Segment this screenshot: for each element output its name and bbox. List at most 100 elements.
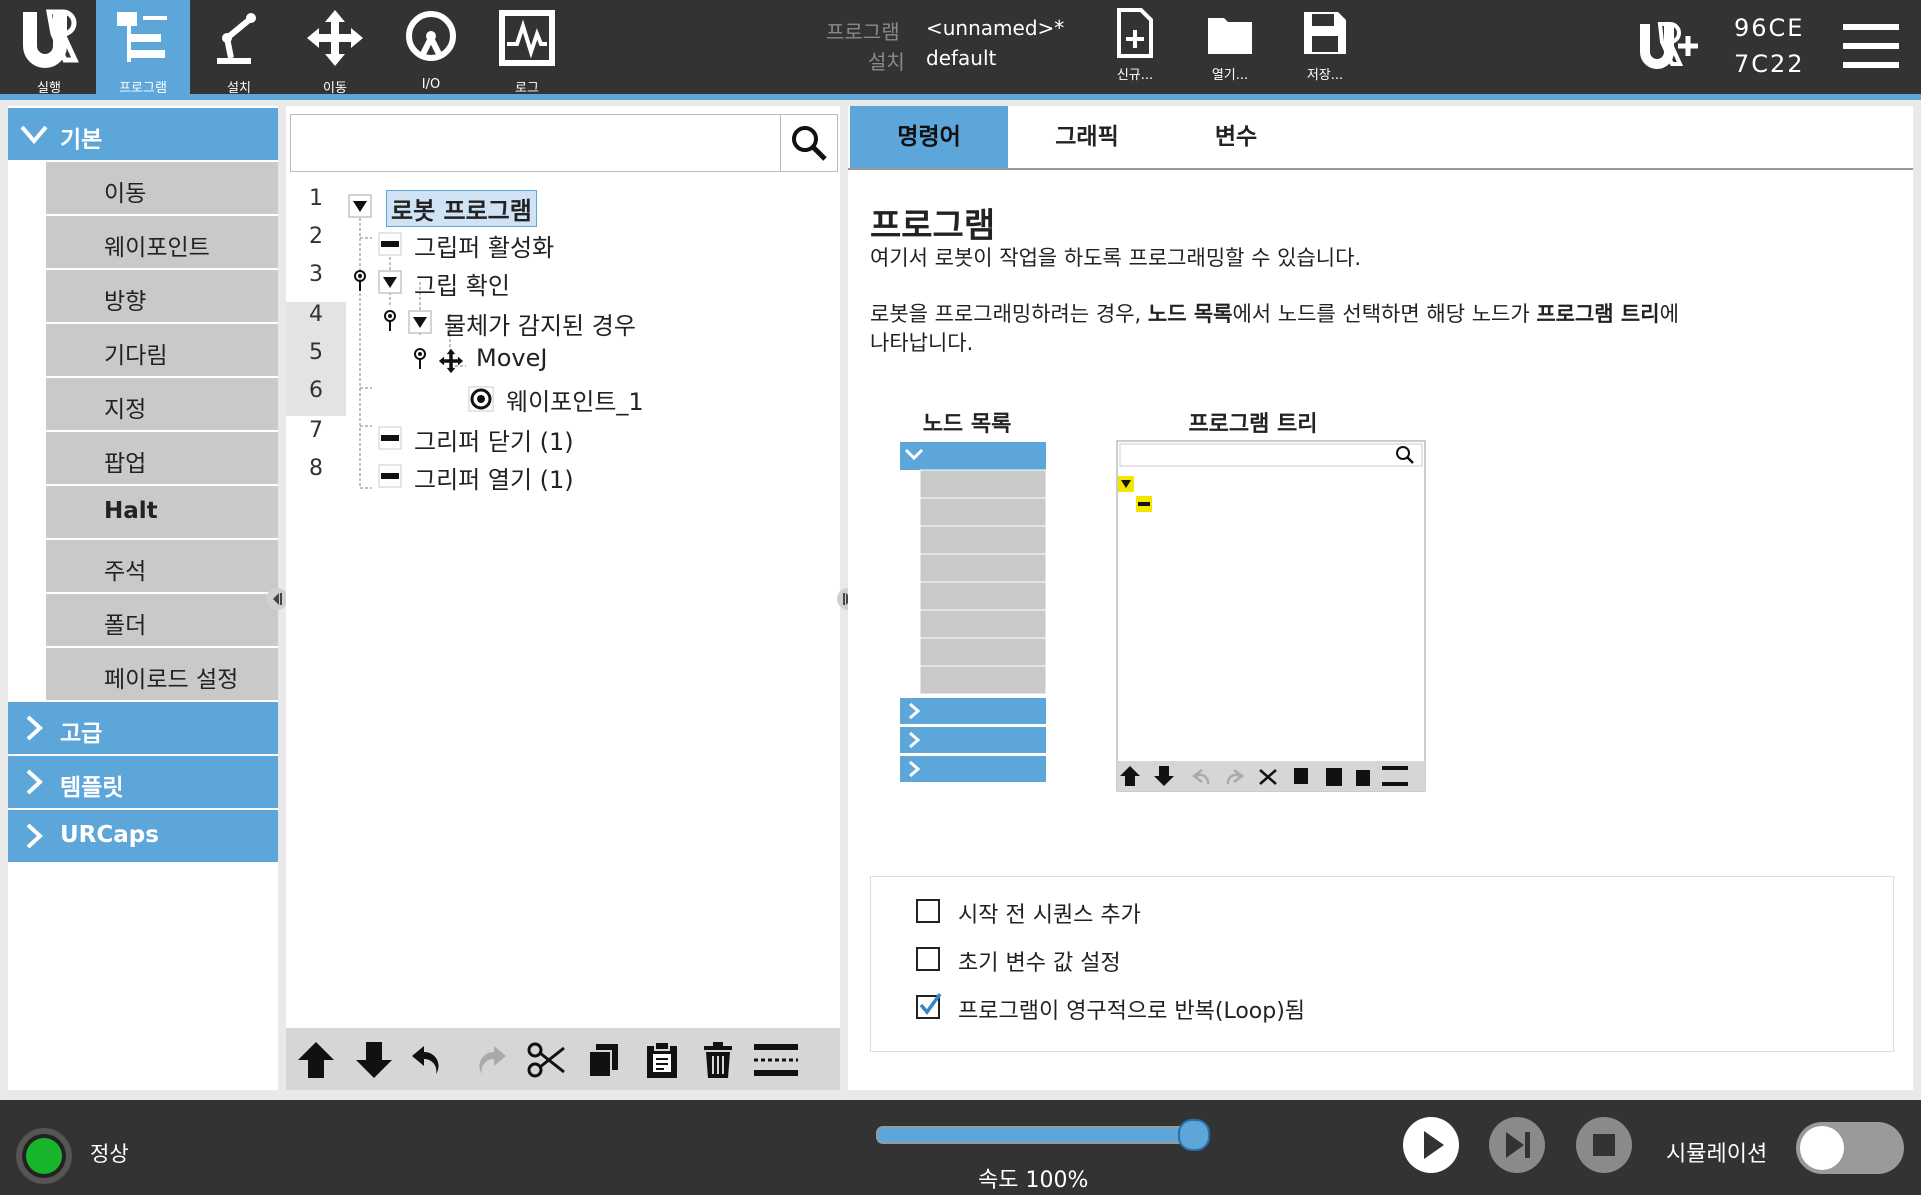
node-item-direction[interactable]: 방향 (46, 270, 278, 322)
collapse-toggle-icon[interactable] (408, 310, 432, 334)
copy-icon[interactable] (584, 1040, 624, 1080)
node-item-waypoint[interactable]: 웨이포인트 (46, 216, 278, 268)
tree-node-object-detected[interactable]: 물체가 감지된 경우 (444, 306, 636, 341)
redo-icon[interactable] (468, 1040, 508, 1080)
open-program-button[interactable]: 열기... (1185, 0, 1275, 94)
urplus-icon[interactable] (1638, 22, 1702, 70)
nav-run[interactable]: 실행 (2, 0, 96, 96)
undo-icon[interactable] (410, 1040, 450, 1080)
move-arrows-icon (438, 348, 464, 374)
gripper-icon (378, 232, 402, 256)
collapse-left-icon (273, 593, 282, 605)
top-bar: 실행 프로그램 설치 이동 I/O 로그 프로그램 <unnamed>* 설치 … (0, 0, 1921, 100)
tab-graphics[interactable]: 그래픽 (1008, 106, 1166, 168)
simulation-toggle-knob[interactable] (1800, 1126, 1844, 1170)
node-item-label: 이동 (104, 181, 147, 207)
category-basic[interactable]: 기본 (8, 108, 278, 160)
node-item-label: 지정 (104, 397, 147, 423)
nav-io[interactable]: I/O (384, 0, 478, 94)
program-options: 시작 전 시퀀스 추가 초기 변수 값 설정 프로그램이 영구적으로 반복(Lo… (870, 876, 1894, 1052)
node-item-halt[interactable]: Halt (46, 486, 278, 538)
collapse-toggle-icon[interactable] (348, 194, 372, 218)
program-tree-panel: 1 2 3 4 5 6 7 8 로봇 프로그램 그립퍼 활성화 그립 확인 물체… (286, 106, 840, 1090)
node-item-set-payload[interactable]: 페이로드 설정 (46, 648, 278, 700)
left-divider-handle[interactable] (266, 588, 288, 610)
option-init-variables-label: 초기 변수 값 설정 (958, 951, 1121, 976)
move-up-icon[interactable] (296, 1040, 336, 1080)
save-program-button[interactable]: 저장... (1280, 0, 1370, 94)
category-advanced[interactable]: 고급 (8, 702, 278, 754)
speed-slider-handle[interactable] (1178, 1119, 1210, 1151)
line-number: 1 (309, 186, 323, 211)
desc-bold-program-tree: 프로그램 트리 (1536, 302, 1660, 326)
io-icon (406, 11, 456, 61)
node-item-comment[interactable]: 주석 (46, 540, 278, 592)
new-program-button[interactable]: 신규... (1090, 0, 1180, 94)
node-item-wait[interactable]: 기다림 (46, 324, 278, 376)
node-item-popup[interactable]: 팝업 (46, 432, 278, 484)
chevron-right-icon (26, 715, 43, 741)
nav-move[interactable]: 이동 (288, 0, 382, 96)
gripper-icon (378, 464, 402, 488)
status-indicator-icon[interactable] (14, 1126, 74, 1186)
checkbox-loop-forever[interactable] (916, 992, 942, 1019)
simulation-toggle[interactable] (1796, 1122, 1904, 1174)
checkmark-icon (919, 992, 942, 1015)
folder-icon (1208, 18, 1252, 54)
installation-name-label: 설치 (868, 50, 905, 74)
collapse-toggle-icon[interactable] (378, 270, 402, 294)
tree-node-gripper-open[interactable]: 그리퍼 열기 (1) (414, 460, 574, 495)
category-urcaps[interactable]: URCaps (8, 810, 278, 862)
tree-node-robot-program[interactable]: 로봇 프로그램 (386, 190, 537, 227)
option-loop-forever-label: 프로그램이 영구적으로 반복(Loop)됨 (958, 999, 1306, 1024)
line-number: 2 (309, 224, 323, 249)
stop-button[interactable] (1575, 1116, 1633, 1174)
tree-node-waypoint-1[interactable]: 웨이포인트_1 (506, 382, 644, 417)
checkbox-init-variables[interactable] (916, 947, 940, 971)
page-title: 프로그램 (870, 206, 996, 246)
tree-search-input[interactable] (290, 114, 838, 172)
nav-installation[interactable]: 설치 (192, 0, 286, 96)
nav-log[interactable]: 로그 (480, 0, 574, 96)
program-name-label: 프로그램 (826, 20, 900, 44)
ur-logo-icon (23, 9, 79, 68)
program-name-value: <unnamed>* (926, 16, 1065, 40)
pin-icon (354, 270, 366, 291)
line-number: 6 (286, 378, 346, 416)
simulation-label: 시뮬레이션 (1666, 1142, 1768, 1167)
play-button[interactable] (1402, 1116, 1460, 1174)
checkbox-before-start[interactable] (916, 899, 940, 923)
hamburger-menu-icon[interactable] (1843, 22, 1899, 70)
speed-slider[interactable] (876, 1119, 1210, 1151)
tree-node-gripper-activate[interactable]: 그립퍼 활성화 (414, 228, 554, 263)
node-item-set[interactable]: 지정 (46, 378, 278, 430)
tab-command[interactable]: 명령어 (850, 106, 1008, 168)
delete-icon[interactable] (698, 1040, 738, 1080)
move-down-icon[interactable] (354, 1040, 394, 1080)
node-item-move[interactable]: 이동 (46, 162, 278, 214)
category-basic-label: 기본 (60, 127, 103, 153)
tree-search-button[interactable] (780, 115, 837, 171)
tree-node-grip-check[interactable]: 그립 확인 (414, 266, 510, 301)
tab-variables[interactable]: 변수 (1166, 106, 1306, 168)
nav-move-label: 이동 (323, 81, 347, 96)
tree-node-gripper-close[interactable]: 그리퍼 닫기 (1) (414, 422, 574, 457)
save-disk-icon (1304, 12, 1346, 54)
line-number: 4 (286, 302, 346, 340)
paste-icon[interactable] (642, 1040, 682, 1080)
node-list-panel: 기본 이동 웨이포인트 방향 기다림 지정 팝업 Halt 주석 폴더 페이로드… (8, 106, 278, 1090)
cut-icon[interactable] (526, 1040, 566, 1080)
node-item-folder[interactable]: 폴더 (46, 594, 278, 646)
desc-bold-node-list: 노드 목록 (1147, 302, 1233, 326)
node-list-illustration (900, 442, 1047, 782)
installation-name-value: default (926, 46, 997, 70)
node-item-label: 페이로드 설정 (104, 667, 239, 693)
suppress-icon[interactable] (752, 1040, 800, 1080)
step-button[interactable] (1488, 1116, 1546, 1174)
nav-program[interactable]: 프로그램 (96, 0, 190, 96)
tree-toolbar (286, 1028, 840, 1090)
log-icon (499, 10, 555, 66)
tree-node-movej[interactable]: MoveJ (476, 344, 547, 372)
category-templates[interactable]: 템플릿 (8, 756, 278, 808)
description-line2: 로봇을 프로그래밍하려는 경우, 노드 목록에서 노드를 선택하면 해당 노드가… (870, 300, 1890, 329)
